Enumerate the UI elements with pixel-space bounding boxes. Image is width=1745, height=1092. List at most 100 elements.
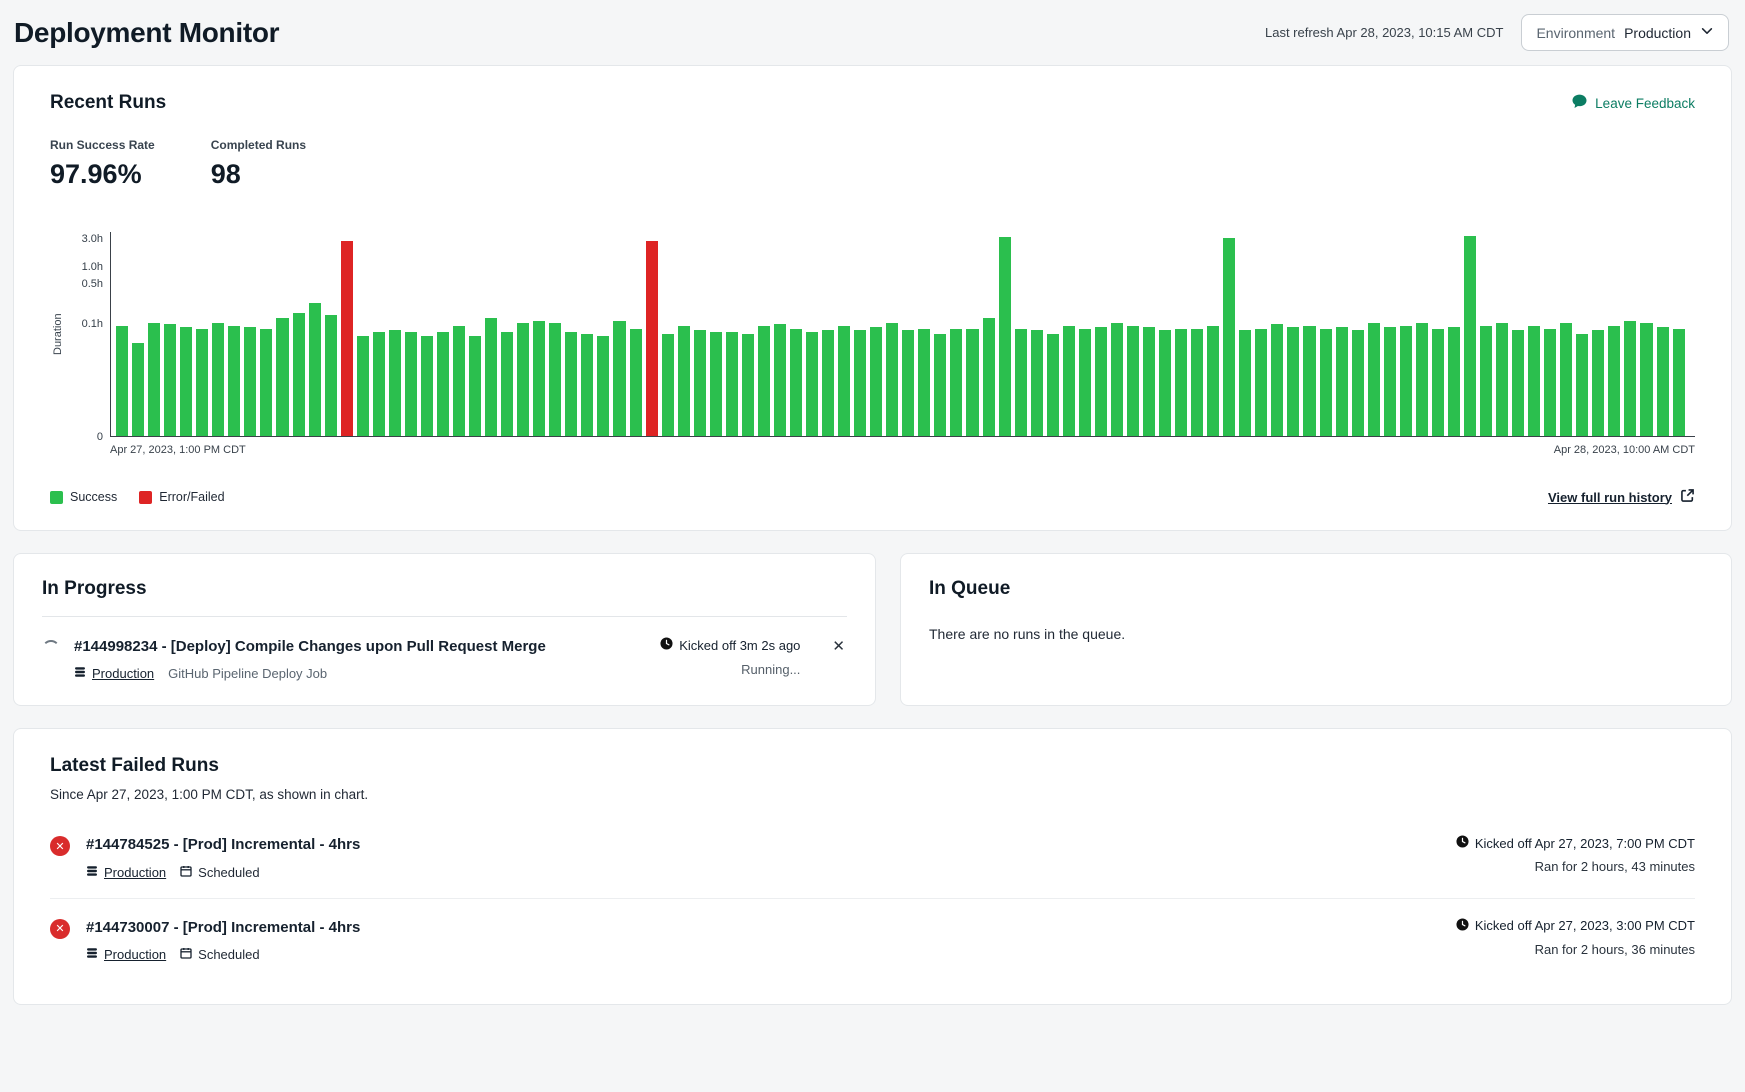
- run-bar-success[interactable]: [742, 334, 754, 436]
- run-bar-success[interactable]: [1576, 334, 1588, 436]
- run-bar-success[interactable]: [597, 336, 609, 436]
- run-bar-success[interactable]: [870, 327, 882, 436]
- run-bar-success[interactable]: [662, 334, 674, 436]
- run-bar-success[interactable]: [1271, 324, 1283, 436]
- run-bar-success[interactable]: [726, 332, 738, 436]
- run-bar-success[interactable]: [164, 324, 176, 436]
- run-bar-success[interactable]: [822, 330, 834, 436]
- run-bar-success[interactable]: [1384, 327, 1396, 436]
- run-bar-success[interactable]: [1592, 330, 1604, 436]
- run-bar-success[interactable]: [1031, 330, 1043, 436]
- run-bar-success[interactable]: [533, 321, 545, 436]
- run-bar-success[interactable]: [1673, 329, 1685, 436]
- run-bar-success[interactable]: [1063, 326, 1075, 436]
- run-bar-success[interactable]: [1480, 326, 1492, 436]
- run-bar-success[interactable]: [1512, 330, 1524, 436]
- run-bar-success[interactable]: [886, 323, 898, 436]
- run-bar-success[interactable]: [790, 329, 802, 436]
- run-bar-success[interactable]: [1207, 326, 1219, 436]
- run-bar-success[interactable]: [260, 329, 272, 436]
- run-bar-success[interactable]: [244, 327, 256, 436]
- run-bar-success[interactable]: [132, 343, 144, 436]
- run-bar-success[interactable]: [1287, 327, 1299, 436]
- run-bar-success[interactable]: [389, 330, 401, 436]
- run-bar-success[interactable]: [1095, 327, 1107, 436]
- run-bar-success[interactable]: [1544, 329, 1556, 436]
- run-bar-success[interactable]: [1560, 323, 1572, 436]
- run-bar-success[interactable]: [293, 313, 305, 436]
- run-bar-success[interactable]: [694, 330, 706, 436]
- run-bar-success[interactable]: [357, 336, 369, 436]
- environment-select[interactable]: Environment Production: [1521, 14, 1729, 51]
- run-bar-failed[interactable]: [646, 241, 658, 436]
- run-bar-success[interactable]: [630, 329, 642, 436]
- run-bar-success[interactable]: [1368, 323, 1380, 436]
- run-bar-success[interactable]: [1400, 326, 1412, 436]
- run-bar-success[interactable]: [1416, 323, 1428, 436]
- run-bar-success[interactable]: [1175, 329, 1187, 436]
- run-bar-success[interactable]: [549, 323, 561, 436]
- run-bar-success[interactable]: [1015, 329, 1027, 436]
- run-bar-success[interactable]: [1047, 334, 1059, 436]
- run-bar-success[interactable]: [501, 332, 513, 436]
- view-full-run-history-link[interactable]: View full run history: [1548, 488, 1695, 506]
- run-bar-success[interactable]: [1127, 326, 1139, 436]
- run-bar-success[interactable]: [276, 318, 288, 436]
- run-bar-success[interactable]: [485, 318, 497, 436]
- run-bar-success[interactable]: [405, 332, 417, 436]
- run-bar-success[interactable]: [1624, 321, 1636, 436]
- run-bar-success[interactable]: [1159, 330, 1171, 436]
- run-bar-success[interactable]: [613, 321, 625, 436]
- run-bar-success[interactable]: [983, 318, 995, 436]
- run-bar-success[interactable]: [1239, 330, 1251, 436]
- run-bar-success[interactable]: [758, 326, 770, 436]
- close-icon[interactable]: ✕: [830, 637, 847, 656]
- run-bar-success[interactable]: [1448, 327, 1460, 436]
- run-bar-success[interactable]: [196, 329, 208, 436]
- run-bar-success[interactable]: [309, 303, 321, 436]
- run-bar-success[interactable]: [1320, 329, 1332, 436]
- run-bar-success[interactable]: [999, 237, 1011, 436]
- run-bar-success[interactable]: [1657, 327, 1669, 436]
- run-bar-success[interactable]: [437, 332, 449, 436]
- run-bar-success[interactable]: [116, 326, 128, 436]
- run-bar-success[interactable]: [1079, 329, 1091, 436]
- run-bar-success[interactable]: [565, 332, 577, 436]
- run-bar-success[interactable]: [1255, 329, 1267, 436]
- run-bar-success[interactable]: [1608, 326, 1620, 436]
- run-bar-success[interactable]: [774, 324, 786, 436]
- run-bar-success[interactable]: [902, 330, 914, 436]
- run-bar-success[interactable]: [1432, 329, 1444, 436]
- run-bar-success[interactable]: [148, 323, 160, 436]
- run-bar-success[interactable]: [806, 332, 818, 436]
- run-bar-success[interactable]: [1352, 330, 1364, 436]
- run-bar-success[interactable]: [517, 323, 529, 436]
- run-bar-success[interactable]: [228, 326, 240, 436]
- run-bar-success[interactable]: [678, 326, 690, 436]
- run-bar-success[interactable]: [1223, 238, 1235, 436]
- run-bar-success[interactable]: [966, 329, 978, 436]
- leave-feedback-button[interactable]: Leave Feedback: [1571, 93, 1695, 113]
- run-bar-success[interactable]: [1336, 327, 1348, 436]
- run-bar-success[interactable]: [469, 336, 481, 436]
- run-bar-success[interactable]: [1111, 323, 1123, 436]
- run-bar-success[interactable]: [1191, 329, 1203, 436]
- run-bar-success[interactable]: [180, 327, 192, 436]
- run-bar-success[interactable]: [453, 326, 465, 436]
- environment-link[interactable]: Production: [104, 865, 166, 880]
- run-bar-success[interactable]: [854, 330, 866, 436]
- run-bar-success[interactable]: [421, 336, 433, 436]
- run-bar-success[interactable]: [1303, 326, 1315, 436]
- run-bar-success[interactable]: [212, 323, 224, 436]
- environment-link[interactable]: Production: [92, 666, 154, 681]
- run-bar-success[interactable]: [838, 326, 850, 436]
- run-bar-success[interactable]: [1528, 326, 1540, 436]
- run-bar-success[interactable]: [1464, 236, 1476, 436]
- run-bar-success[interactable]: [934, 334, 946, 436]
- run-bar-success[interactable]: [373, 332, 385, 436]
- run-bar-success[interactable]: [1496, 323, 1508, 436]
- run-bar-success[interactable]: [710, 332, 722, 436]
- run-bar-success[interactable]: [581, 334, 593, 436]
- run-bar-success[interactable]: [325, 315, 337, 436]
- run-bar-success[interactable]: [918, 329, 930, 436]
